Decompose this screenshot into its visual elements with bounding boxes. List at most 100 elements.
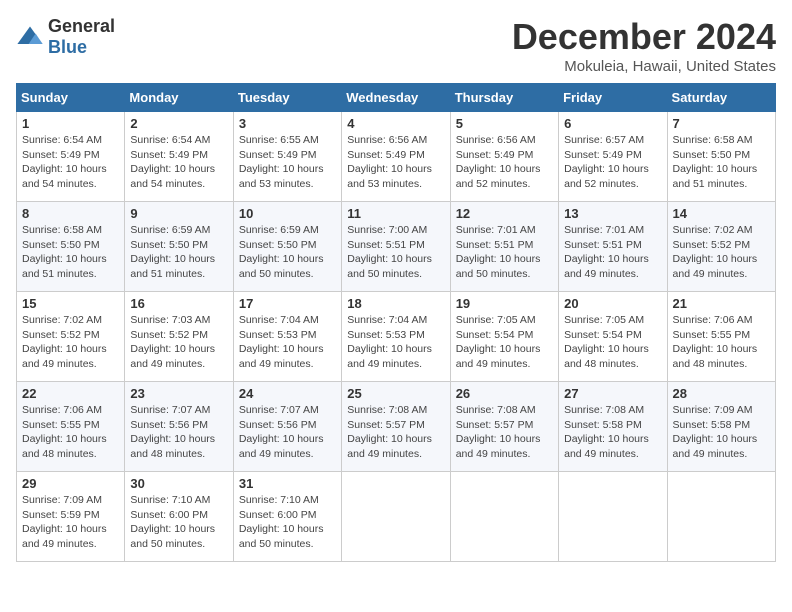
calendar-cell: 27 Sunrise: 7:08 AM Sunset: 5:58 PM Dayl… <box>559 382 667 472</box>
calendar-week-2: 8 Sunrise: 6:58 AM Sunset: 5:50 PM Dayli… <box>17 202 776 292</box>
day-number: 6 <box>564 116 661 131</box>
day-number: 28 <box>673 386 770 401</box>
calendar-cell: 29 Sunrise: 7:09 AM Sunset: 5:59 PM Dayl… <box>17 472 125 562</box>
calendar-cell: 1 Sunrise: 6:54 AM Sunset: 5:49 PM Dayli… <box>17 112 125 202</box>
day-info: Sunrise: 6:59 AM Sunset: 5:50 PM Dayligh… <box>130 223 227 282</box>
day-info: Sunrise: 6:58 AM Sunset: 5:50 PM Dayligh… <box>673 133 770 192</box>
month-title: December 2024 <box>512 16 776 58</box>
header-wednesday: Wednesday <box>342 84 450 112</box>
day-info: Sunrise: 6:55 AM Sunset: 5:49 PM Dayligh… <box>239 133 336 192</box>
day-number: 21 <box>673 296 770 311</box>
header-friday: Friday <box>559 84 667 112</box>
day-info: Sunrise: 7:00 AM Sunset: 5:51 PM Dayligh… <box>347 223 444 282</box>
calendar-cell: 19 Sunrise: 7:05 AM Sunset: 5:54 PM Dayl… <box>450 292 558 382</box>
day-info: Sunrise: 6:56 AM Sunset: 5:49 PM Dayligh… <box>347 133 444 192</box>
day-number: 9 <box>130 206 227 221</box>
day-number: 12 <box>456 206 553 221</box>
calendar-cell: 4 Sunrise: 6:56 AM Sunset: 5:49 PM Dayli… <box>342 112 450 202</box>
calendar-table: SundayMondayTuesdayWednesdayThursdayFrid… <box>16 83 776 562</box>
calendar-cell: 10 Sunrise: 6:59 AM Sunset: 5:50 PM Dayl… <box>233 202 341 292</box>
day-info: Sunrise: 7:04 AM Sunset: 5:53 PM Dayligh… <box>239 313 336 372</box>
day-info: Sunrise: 7:07 AM Sunset: 5:56 PM Dayligh… <box>239 403 336 462</box>
calendar-header-row: SundayMondayTuesdayWednesdayThursdayFrid… <box>17 84 776 112</box>
day-info: Sunrise: 7:10 AM Sunset: 6:00 PM Dayligh… <box>130 493 227 552</box>
day-number: 24 <box>239 386 336 401</box>
day-info: Sunrise: 6:58 AM Sunset: 5:50 PM Dayligh… <box>22 223 119 282</box>
day-info: Sunrise: 7:02 AM Sunset: 5:52 PM Dayligh… <box>673 223 770 282</box>
calendar-cell: 22 Sunrise: 7:06 AM Sunset: 5:55 PM Dayl… <box>17 382 125 472</box>
day-info: Sunrise: 7:08 AM Sunset: 5:57 PM Dayligh… <box>347 403 444 462</box>
calendar-cell: 17 Sunrise: 7:04 AM Sunset: 5:53 PM Dayl… <box>233 292 341 382</box>
calendar-cell <box>559 472 667 562</box>
day-info: Sunrise: 7:04 AM Sunset: 5:53 PM Dayligh… <box>347 313 444 372</box>
calendar-week-4: 22 Sunrise: 7:06 AM Sunset: 5:55 PM Dayl… <box>17 382 776 472</box>
calendar-cell: 25 Sunrise: 7:08 AM Sunset: 5:57 PM Dayl… <box>342 382 450 472</box>
calendar-cell <box>450 472 558 562</box>
day-number: 25 <box>347 386 444 401</box>
day-info: Sunrise: 6:56 AM Sunset: 5:49 PM Dayligh… <box>456 133 553 192</box>
day-info: Sunrise: 7:07 AM Sunset: 5:56 PM Dayligh… <box>130 403 227 462</box>
day-info: Sunrise: 7:09 AM Sunset: 5:59 PM Dayligh… <box>22 493 119 552</box>
calendar-cell: 6 Sunrise: 6:57 AM Sunset: 5:49 PM Dayli… <box>559 112 667 202</box>
calendar-cell: 26 Sunrise: 7:08 AM Sunset: 5:57 PM Dayl… <box>450 382 558 472</box>
day-number: 17 <box>239 296 336 311</box>
day-number: 31 <box>239 476 336 491</box>
day-number: 19 <box>456 296 553 311</box>
calendar-cell: 15 Sunrise: 7:02 AM Sunset: 5:52 PM Dayl… <box>17 292 125 382</box>
day-number: 7 <box>673 116 770 131</box>
day-info: Sunrise: 7:09 AM Sunset: 5:58 PM Dayligh… <box>673 403 770 462</box>
logo: General Blue <box>16 16 115 58</box>
page-header: General Blue December 2024 Mokuleia, Haw… <box>16 16 776 75</box>
day-number: 8 <box>22 206 119 221</box>
logo-text: General Blue <box>48 16 115 58</box>
day-number: 27 <box>564 386 661 401</box>
calendar-cell: 5 Sunrise: 6:56 AM Sunset: 5:49 PM Dayli… <box>450 112 558 202</box>
calendar-cell: 28 Sunrise: 7:09 AM Sunset: 5:58 PM Dayl… <box>667 382 775 472</box>
calendar-cell: 12 Sunrise: 7:01 AM Sunset: 5:51 PM Dayl… <box>450 202 558 292</box>
calendar-cell: 13 Sunrise: 7:01 AM Sunset: 5:51 PM Dayl… <box>559 202 667 292</box>
logo-general: General <box>48 16 115 36</box>
calendar-cell: 31 Sunrise: 7:10 AM Sunset: 6:00 PM Dayl… <box>233 472 341 562</box>
day-number: 30 <box>130 476 227 491</box>
calendar-cell <box>667 472 775 562</box>
day-info: Sunrise: 7:05 AM Sunset: 5:54 PM Dayligh… <box>456 313 553 372</box>
location-title: Mokuleia, Hawaii, United States <box>512 58 776 75</box>
day-number: 22 <box>22 386 119 401</box>
header-tuesday: Tuesday <box>233 84 341 112</box>
day-number: 1 <box>22 116 119 131</box>
header-thursday: Thursday <box>450 84 558 112</box>
day-info: Sunrise: 6:59 AM Sunset: 5:50 PM Dayligh… <box>239 223 336 282</box>
day-number: 2 <box>130 116 227 131</box>
day-info: Sunrise: 7:08 AM Sunset: 5:57 PM Dayligh… <box>456 403 553 462</box>
calendar-cell: 30 Sunrise: 7:10 AM Sunset: 6:00 PM Dayl… <box>125 472 233 562</box>
header-monday: Monday <box>125 84 233 112</box>
day-info: Sunrise: 7:05 AM Sunset: 5:54 PM Dayligh… <box>564 313 661 372</box>
day-number: 18 <box>347 296 444 311</box>
day-info: Sunrise: 7:01 AM Sunset: 5:51 PM Dayligh… <box>564 223 661 282</box>
calendar-cell: 18 Sunrise: 7:04 AM Sunset: 5:53 PM Dayl… <box>342 292 450 382</box>
calendar-cell: 16 Sunrise: 7:03 AM Sunset: 5:52 PM Dayl… <box>125 292 233 382</box>
calendar-week-1: 1 Sunrise: 6:54 AM Sunset: 5:49 PM Dayli… <box>17 112 776 202</box>
logo-blue: Blue <box>48 37 87 57</box>
calendar-cell: 2 Sunrise: 6:54 AM Sunset: 5:49 PM Dayli… <box>125 112 233 202</box>
day-info: Sunrise: 6:54 AM Sunset: 5:49 PM Dayligh… <box>130 133 227 192</box>
logo-icon <box>16 23 44 51</box>
day-info: Sunrise: 7:08 AM Sunset: 5:58 PM Dayligh… <box>564 403 661 462</box>
calendar-cell: 3 Sunrise: 6:55 AM Sunset: 5:49 PM Dayli… <box>233 112 341 202</box>
calendar-week-3: 15 Sunrise: 7:02 AM Sunset: 5:52 PM Dayl… <box>17 292 776 382</box>
day-number: 5 <box>456 116 553 131</box>
day-info: Sunrise: 7:02 AM Sunset: 5:52 PM Dayligh… <box>22 313 119 372</box>
calendar-cell: 8 Sunrise: 6:58 AM Sunset: 5:50 PM Dayli… <box>17 202 125 292</box>
day-number: 13 <box>564 206 661 221</box>
header-saturday: Saturday <box>667 84 775 112</box>
title-area: December 2024 Mokuleia, Hawaii, United S… <box>512 16 776 75</box>
day-number: 10 <box>239 206 336 221</box>
day-info: Sunrise: 7:06 AM Sunset: 5:55 PM Dayligh… <box>22 403 119 462</box>
day-number: 29 <box>22 476 119 491</box>
day-info: Sunrise: 6:54 AM Sunset: 5:49 PM Dayligh… <box>22 133 119 192</box>
day-number: 3 <box>239 116 336 131</box>
day-number: 16 <box>130 296 227 311</box>
calendar-cell: 24 Sunrise: 7:07 AM Sunset: 5:56 PM Dayl… <box>233 382 341 472</box>
day-info: Sunrise: 7:06 AM Sunset: 5:55 PM Dayligh… <box>673 313 770 372</box>
day-info: Sunrise: 7:03 AM Sunset: 5:52 PM Dayligh… <box>130 313 227 372</box>
